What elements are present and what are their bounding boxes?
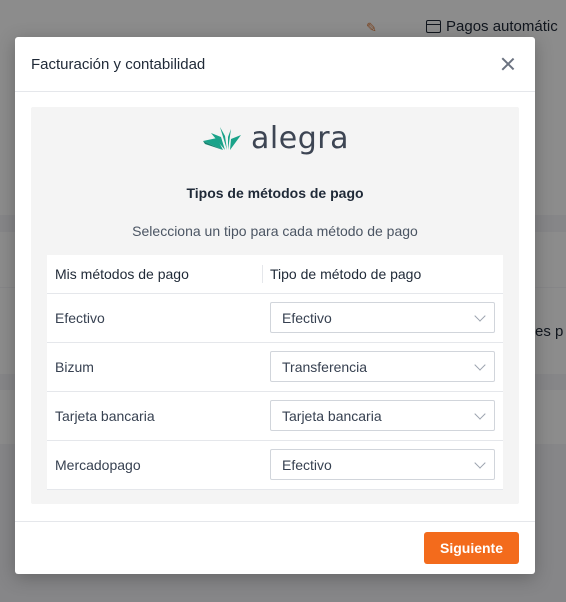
- modal-footer: Siguiente: [15, 521, 535, 574]
- payment-type-value: Tarjeta bancaria: [282, 407, 382, 424]
- payment-type-select[interactable]: Transferencia: [270, 351, 495, 382]
- chevron-down-icon: [474, 456, 486, 469]
- next-button[interactable]: Siguiente: [423, 532, 519, 564]
- table-row: Efectivo Efectivo: [47, 293, 503, 343]
- payment-type-select[interactable]: Efectivo: [270, 302, 495, 333]
- billing-modal: Facturación y contabilidad alegra Tipos …: [15, 37, 535, 574]
- payment-method-name: Tarjeta bancaria: [47, 391, 262, 441]
- table-row: Tarjeta bancaria Tarjeta bancaria: [47, 391, 503, 441]
- payment-type-cell: Efectivo: [262, 440, 503, 490]
- payment-type-value: Efectivo: [282, 456, 332, 473]
- payment-type-value: Transferencia: [282, 358, 368, 375]
- alegra-logo-icon: [203, 127, 242, 150]
- modal-header: Facturación y contabilidad: [15, 37, 535, 92]
- payment-method-name: Mercadopago: [47, 440, 262, 490]
- alegra-logo: alegra: [47, 123, 503, 155]
- payment-type-cell: Transferencia: [262, 342, 503, 392]
- payment-type-cell: Tarjeta bancaria: [262, 391, 503, 441]
- payment-method-name: Bizum: [47, 342, 262, 392]
- payment-type-value: Efectivo: [282, 309, 332, 326]
- table-header-row: Mis métodos de pago Tipo de método de pa…: [47, 255, 503, 294]
- modal-title: Facturación y contabilidad: [31, 55, 206, 73]
- modal-body: alegra Tipos de métodos de pago Seleccio…: [15, 92, 535, 504]
- chevron-down-icon: [474, 407, 486, 420]
- chevron-down-icon: [474, 358, 486, 371]
- column-header-type: Tipo de método de pago: [262, 255, 503, 294]
- payment-type-cell: Efectivo: [262, 293, 503, 343]
- payment-types-panel: alegra Tipos de métodos de pago Seleccio…: [31, 107, 519, 504]
- alegra-logo-text: alegra: [251, 121, 349, 156]
- payment-method-name: Efectivo: [47, 293, 262, 343]
- payment-methods-table: Mis métodos de pago Tipo de método de pa…: [47, 255, 503, 490]
- section-title: Tipos de métodos de pago: [186, 185, 364, 201]
- table-row: Mercadopago Efectivo: [47, 440, 503, 490]
- column-header-methods: Mis métodos de pago: [47, 255, 262, 294]
- table-row: Bizum Transferencia: [47, 342, 503, 392]
- chevron-down-icon: [474, 309, 486, 322]
- section-subtitle: Selecciona un tipo para cada método de p…: [132, 223, 418, 239]
- payment-type-select[interactable]: Efectivo: [270, 449, 495, 480]
- payment-type-select[interactable]: Tarjeta bancaria: [270, 400, 495, 431]
- close-icon[interactable]: [499, 55, 517, 73]
